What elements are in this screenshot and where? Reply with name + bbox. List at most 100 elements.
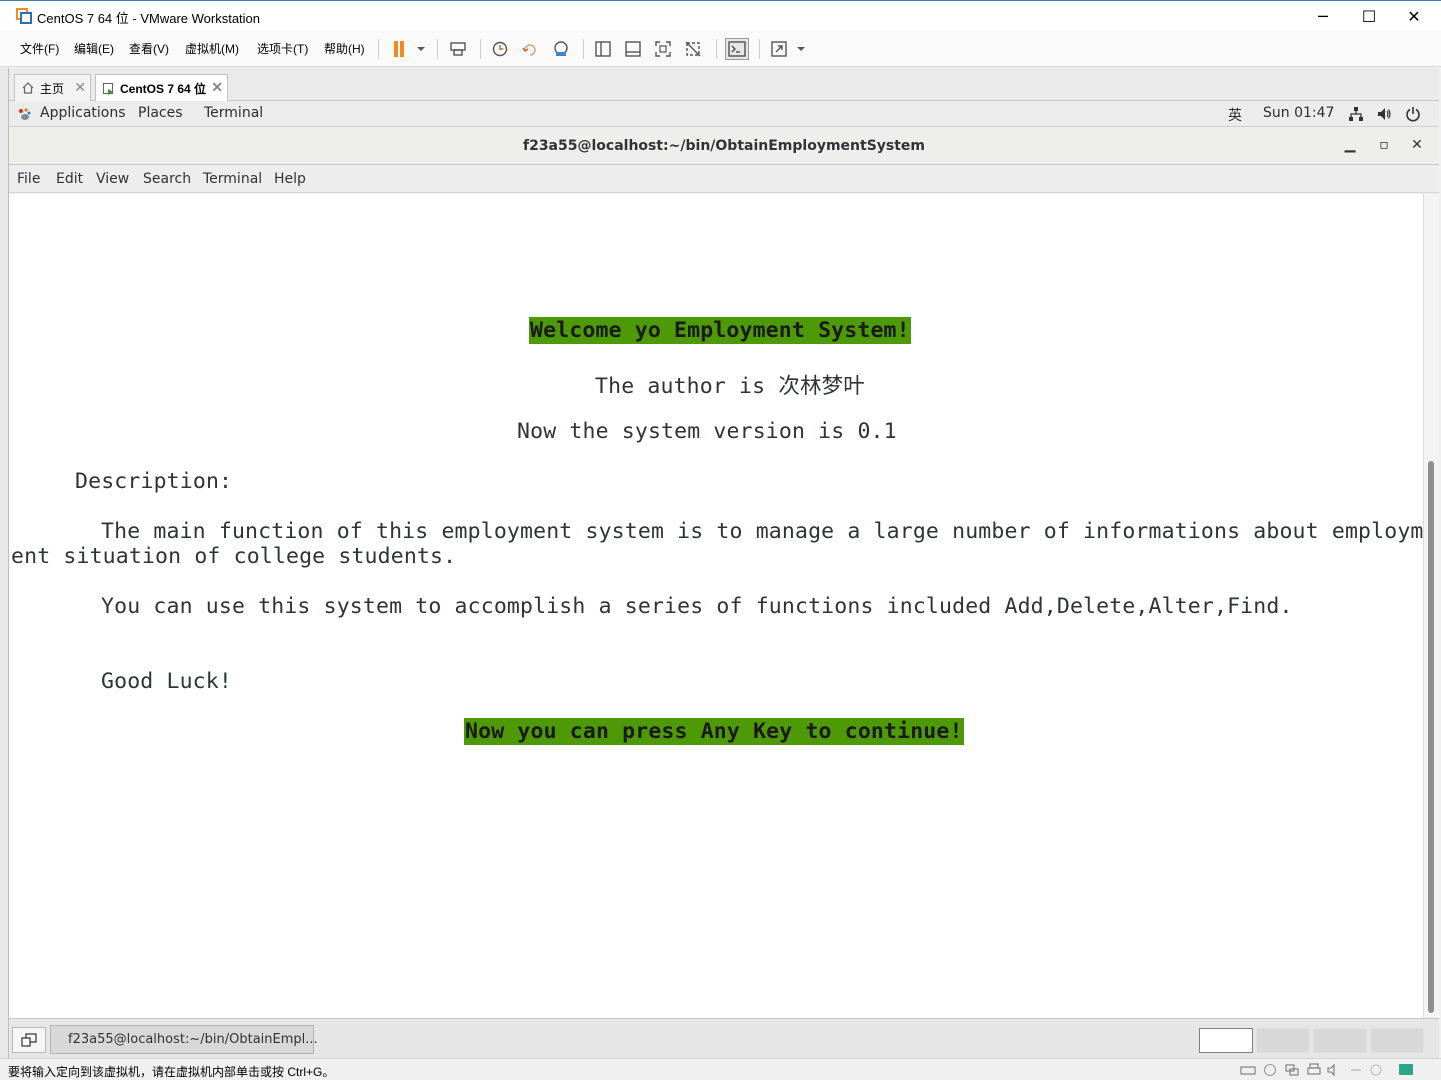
printer-icon[interactable] — [1306, 1063, 1322, 1077]
tab-centos[interactable]: CentOS 7 64 位 ✕ — [95, 74, 228, 102]
stretch-dropdown-button[interactable] — [791, 39, 811, 59]
console-icon — [728, 41, 746, 57]
show-desktop-icon — [21, 1033, 37, 1047]
sidebar-icon — [595, 41, 611, 57]
revert-snapshot-button[interactable] — [520, 39, 540, 59]
power-icon[interactable] — [1405, 106, 1421, 122]
terminal-menu-help[interactable]: Help — [274, 171, 306, 187]
close-icon: ✕ — [1407, 6, 1421, 26]
terminal-close-button[interactable]: ✕ — [1407, 137, 1427, 157]
chevron-down-icon — [417, 47, 425, 51]
maximize-icon: ☐ — [1361, 6, 1377, 26]
network-icon[interactable] — [1348, 106, 1364, 122]
send-ctrl-alt-del-button[interactable] — [448, 39, 468, 59]
taskbar-item-label: f23a55@localhost:~/bin/ObtainEmpl... — [68, 1032, 318, 1047]
display-icon[interactable] — [1368, 1063, 1384, 1077]
terminal-titlebar: f23a55@localhost:~/bin/ObtainEmploymentS… — [9, 127, 1439, 165]
close-button[interactable]: ✕ — [1391, 1, 1437, 31]
terminal-menu-edit[interactable]: Edit — [56, 171, 83, 187]
show-library-button[interactable] — [593, 39, 613, 59]
highlighted-text: Now you can press Any Key to continue! — [464, 718, 964, 745]
terminal-line-welcome: Welcome yo Employment System! — [529, 317, 911, 344]
volume-icon[interactable] — [1376, 106, 1392, 122]
pause-icon — [394, 41, 404, 57]
maximize-button[interactable]: ☐ — [1346, 1, 1392, 31]
vmware-titlebar: CentOS 7 64 位 - VMware Workstation ─ ☐ ✕ — [0, 0, 1441, 31]
workspace-1[interactable] — [1199, 1028, 1253, 1053]
console-view-button[interactable] — [725, 38, 749, 60]
guest-taskbar: f23a55@localhost:~/bin/ObtainEmpl... — [9, 1018, 1439, 1058]
scrollbar-thumb[interactable] — [1428, 461, 1434, 1013]
minimize-button[interactable]: ─ — [1300, 1, 1346, 31]
revert-icon — [522, 44, 536, 56]
terminal-line-version: Now the system version is 0.1 — [517, 419, 897, 444]
power-dropdown-button[interactable] — [411, 39, 431, 59]
keyboard-icon — [450, 42, 466, 56]
terminal-menu-terminal[interactable]: Terminal — [203, 171, 262, 187]
menu-vm[interactable]: 虚拟机(M) — [185, 40, 239, 57]
menu-help[interactable]: 帮助(H) — [324, 40, 365, 57]
workspace-4[interactable] — [1370, 1028, 1424, 1053]
tab-home[interactable]: 主页 ✕ — [14, 74, 91, 101]
terminal-line-author: The author is 次林梦叶 — [595, 374, 865, 399]
menu-tabs[interactable]: 选项卡(T) — [257, 40, 308, 57]
terminal-line-good-luck: Good Luck! — [101, 669, 232, 694]
minimize-icon: ─ — [1318, 6, 1328, 26]
vmware-toolbar: 文件(F) 编辑(E) 查看(V) 虚拟机(M) 选项卡(T) 帮助(H) — [0, 31, 1441, 67]
menu-file[interactable]: 文件(F) — [20, 40, 59, 57]
snapshot-button[interactable] — [490, 39, 510, 59]
message-icon[interactable] — [1398, 1063, 1414, 1077]
terminal-line-desc2: You can use this system to accomplish a … — [101, 594, 1293, 619]
snapshot-manager-button[interactable] — [551, 39, 571, 59]
workspace-2[interactable] — [1256, 1028, 1310, 1053]
clock-icon — [492, 41, 508, 57]
toolbar-separator — [378, 39, 379, 59]
unity-button[interactable] — [683, 39, 703, 59]
terminal-minimize-button[interactable]: ▁ — [1340, 137, 1360, 157]
places-menu[interactable]: Places — [138, 105, 183, 121]
minimize-icon: ▁ — [1344, 137, 1356, 153]
usb-icon[interactable] — [1348, 1063, 1364, 1077]
tab-close-icon[interactable]: ✕ — [211, 79, 223, 96]
taskbar-terminal-item[interactable]: f23a55@localhost:~/bin/ObtainEmpl... — [50, 1025, 318, 1054]
fullscreen-icon — [655, 41, 671, 57]
stretch-button[interactable] — [769, 39, 789, 59]
clock[interactable]: Sun 01:47 — [1263, 105, 1334, 121]
workspace-3[interactable] — [1313, 1028, 1367, 1053]
terminal-app-menu[interactable]: Terminal — [204, 105, 263, 121]
terminal-output[interactable]: Welcome yo Employment System! The author… — [9, 194, 1423, 1018]
terminal-menu-file[interactable]: File — [17, 171, 40, 187]
terminal-maximize-button[interactable]: ▫ — [1374, 137, 1394, 157]
show-thumbnail-button[interactable] — [623, 39, 643, 59]
toolbar-separator — [437, 39, 438, 59]
terminal-scrollbar[interactable] — [1423, 194, 1439, 1018]
thumbnail-bar-icon — [625, 41, 641, 57]
pause-button[interactable] — [389, 39, 409, 59]
toolbar-separator — [583, 39, 584, 59]
menu-view[interactable]: 查看(V) — [129, 40, 169, 57]
terminal-menu-search[interactable]: Search — [143, 171, 191, 187]
tab-label: CentOS 7 64 位 — [120, 82, 207, 96]
applications-menu[interactable]: Applications — [40, 105, 126, 121]
terminal-menu-view[interactable]: View — [96, 171, 129, 187]
cd-drive-icon[interactable] — [1262, 1063, 1278, 1077]
show-desktop-button[interactable] — [12, 1027, 46, 1053]
menu-edit[interactable]: 编辑(E) — [74, 40, 114, 57]
terminal-menubar: File Edit View Search Terminal Help — [9, 165, 1439, 193]
chevron-down-icon — [797, 47, 805, 51]
full-screen-button[interactable] — [653, 39, 673, 59]
sound-card-icon[interactable] — [1326, 1063, 1342, 1077]
input-method-indicator[interactable]: 英 — [1228, 105, 1242, 125]
terminal-line-description-header: Description: — [75, 469, 233, 494]
gnome-foot-icon — [19, 108, 31, 120]
highlighted-text: Welcome yo Employment System! — [529, 317, 911, 344]
tab-close-icon[interactable]: ✕ — [74, 79, 86, 96]
hard-disk-icon[interactable] — [1240, 1063, 1256, 1077]
tab-label: 主页 — [40, 81, 65, 96]
library-edge — [0, 68, 9, 1058]
maximize-icon: ▫ — [1379, 137, 1389, 153]
status-message: 要将输入定向到该虚拟机，请在虚拟机内部单击或按 Ctrl+G。 — [8, 1065, 335, 1079]
gnome-top-panel: Applications Places Terminal 英 Sun 01:47 — [9, 101, 1439, 127]
home-icon — [22, 82, 34, 94]
network-adapter-icon[interactable] — [1284, 1063, 1300, 1077]
